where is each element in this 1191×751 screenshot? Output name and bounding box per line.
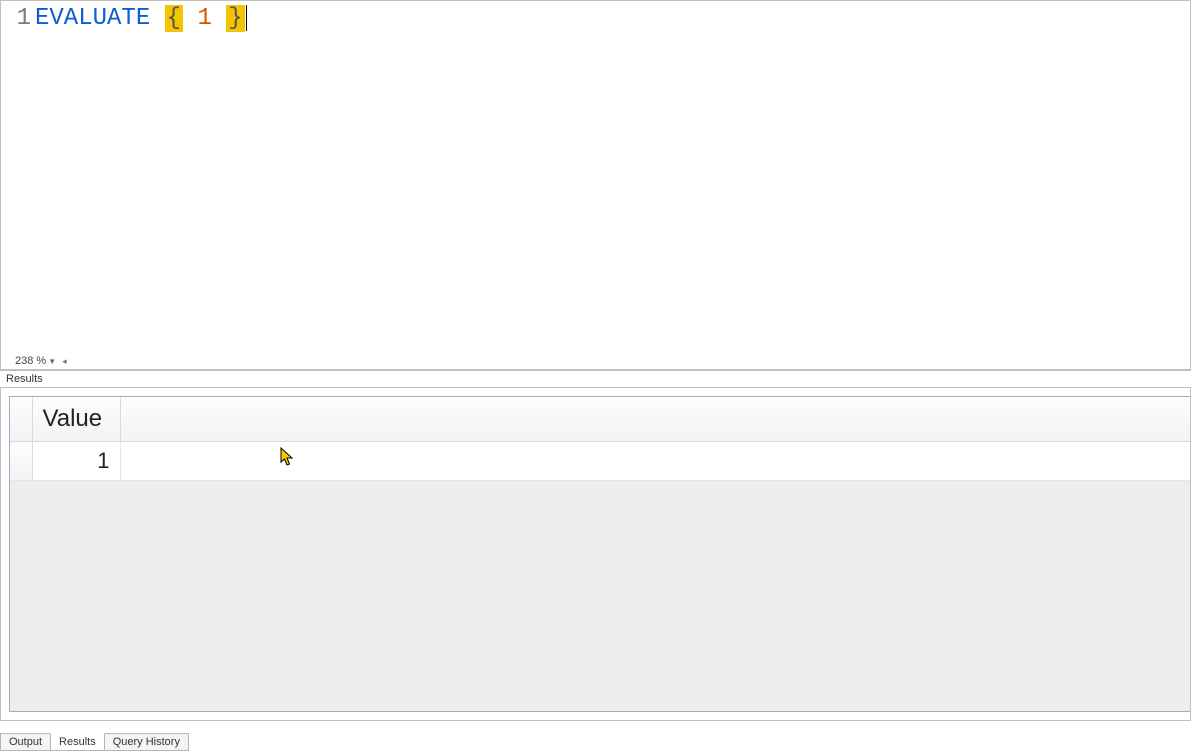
token-close-brace: } (226, 5, 244, 32)
line-number: 1 (17, 5, 31, 32)
column-header-empty (120, 397, 1190, 442)
row-header-corner[interactable] (10, 397, 32, 442)
text-cursor (246, 5, 247, 31)
table-row[interactable]: 1 (10, 442, 1190, 481)
query-editor-pane: 1 EVALUATE { 1 } 238 % ▼ ◂ (0, 0, 1191, 370)
token-keyword: EVALUATE (35, 5, 150, 32)
results-table[interactable]: Value 1 (10, 397, 1190, 481)
tab-results[interactable]: Results (50, 733, 105, 751)
zoom-level[interactable]: 238 % (15, 355, 46, 367)
results-grid-container: Value 1 (9, 396, 1190, 712)
results-pane: Value 1 (0, 387, 1191, 721)
results-panel-label: Results (0, 370, 1191, 387)
token-number: 1 (197, 5, 211, 32)
cell-empty (120, 442, 1190, 481)
chevron-left-icon[interactable]: ◂ (62, 356, 67, 367)
tab-output[interactable]: Output (0, 733, 51, 751)
dropdown-icon[interactable]: ▼ (48, 357, 56, 366)
table-header-row: Value (10, 397, 1190, 442)
zoom-bar: 238 % ▼ ◂ (1, 353, 1190, 369)
column-header-value[interactable]: Value (32, 397, 120, 442)
code-text[interactable]: EVALUATE { 1 } (35, 1, 1190, 353)
tab-query-history[interactable]: Query History (104, 733, 189, 751)
bottom-tab-strip: Output Results Query History (0, 733, 188, 751)
code-editor[interactable]: 1 EVALUATE { 1 } (1, 1, 1190, 353)
row-header-cell[interactable] (10, 442, 32, 481)
line-number-gutter: 1 (1, 1, 35, 353)
cell-value[interactable]: 1 (32, 442, 120, 481)
token-open-brace: { (165, 5, 183, 32)
